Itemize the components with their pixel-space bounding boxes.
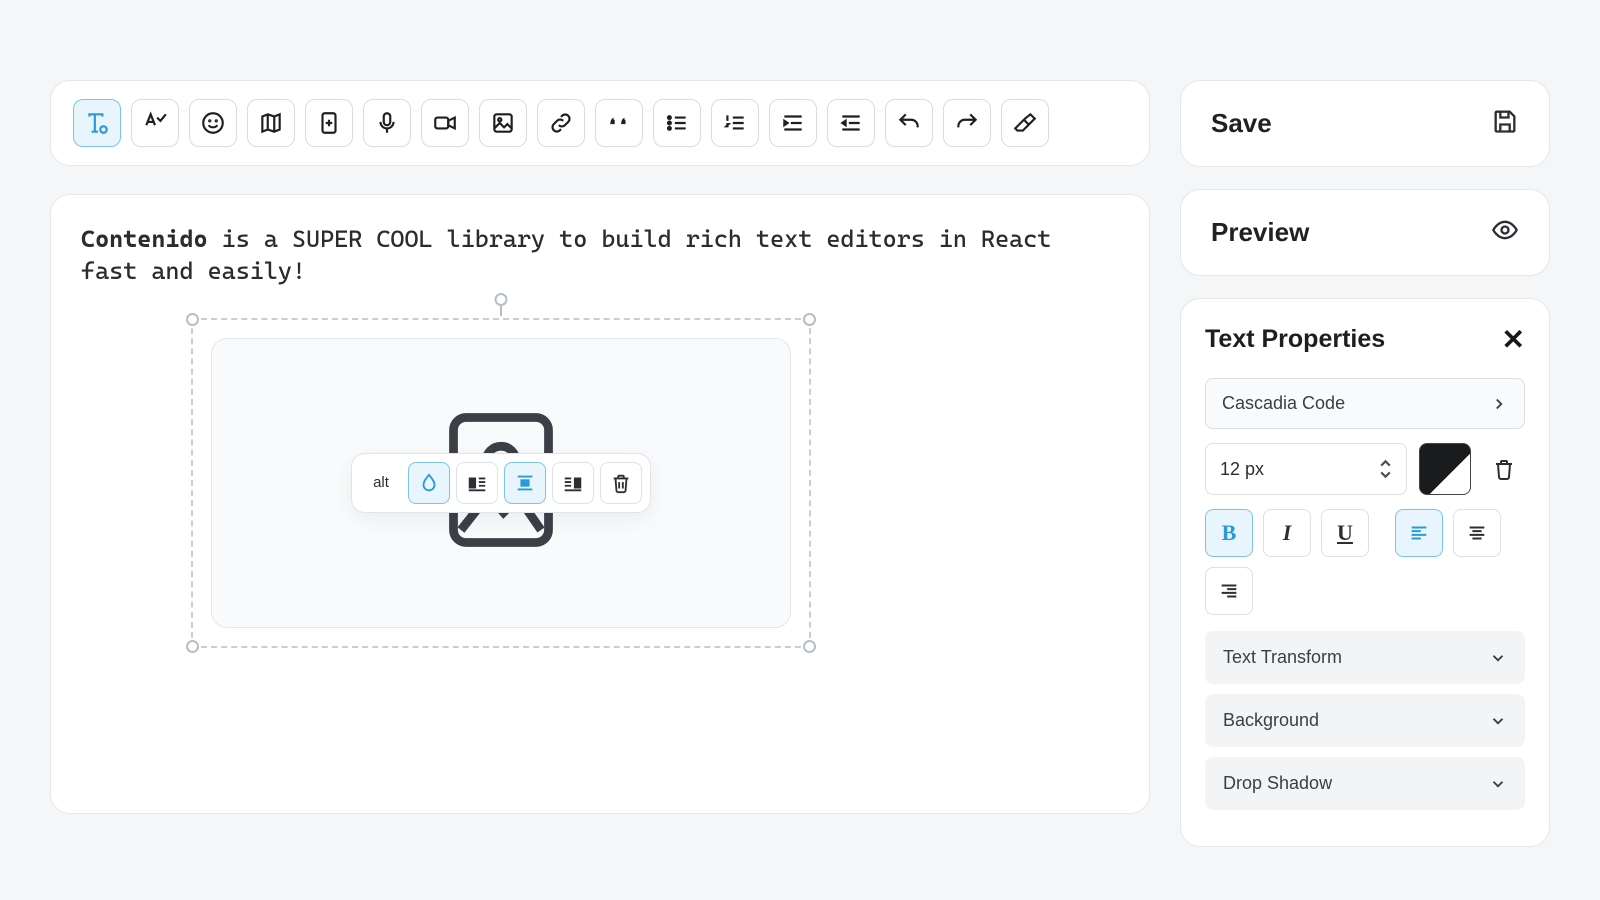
indent-decrease-button[interactable] [827, 99, 875, 147]
image-selection-box[interactable]: alt [191, 318, 811, 648]
link-button[interactable] [537, 99, 585, 147]
rotate-handle[interactable] [495, 293, 508, 306]
align-float-right-button[interactable] [552, 462, 594, 504]
align-float-left-button[interactable] [456, 462, 498, 504]
chevron-down-icon [1489, 775, 1507, 793]
file-button[interactable] [305, 99, 353, 147]
handle-top-left[interactable] [186, 313, 199, 326]
color-drop-button[interactable] [408, 462, 450, 504]
editor-strong-text: Contenido [81, 225, 208, 253]
font-size-input[interactable]: 12 px [1205, 443, 1407, 495]
font-family-value: Cascadia Code [1222, 393, 1345, 414]
text-properties-panel: Text Properties ✕ Cascadia Code 12 px [1180, 298, 1550, 847]
save-label: Save [1211, 108, 1272, 139]
drop-shadow-section[interactable]: Drop Shadow [1205, 757, 1525, 810]
font-size-stepper[interactable] [1379, 459, 1392, 479]
undo-button[interactable] [885, 99, 933, 147]
indent-increase-button[interactable] [769, 99, 817, 147]
background-label: Background [1223, 710, 1319, 731]
handle-bottom-right[interactable] [803, 640, 816, 653]
align-float-center-button[interactable] [504, 462, 546, 504]
video-button[interactable] [421, 99, 469, 147]
bullet-list-button[interactable] [653, 99, 701, 147]
save-icon [1491, 107, 1519, 140]
preview-label: Preview [1211, 217, 1309, 248]
editor-canvas[interactable]: Contenido is a SUPER COOL library to bui… [50, 194, 1150, 814]
underline-button[interactable]: U [1321, 509, 1369, 557]
panel-title: Text Properties [1205, 325, 1385, 354]
editor-rest-text: is a SUPER COOL library to build rich te… [81, 225, 1051, 285]
align-center-button[interactable] [1453, 509, 1501, 557]
quote-button[interactable] [595, 99, 643, 147]
map-button[interactable] [247, 99, 295, 147]
align-left-button[interactable] [1395, 509, 1443, 557]
editor-paragraph[interactable]: Contenido is a SUPER COOL library to bui… [81, 223, 1119, 288]
numbered-list-button[interactable] [711, 99, 759, 147]
delete-image-button[interactable] [600, 462, 642, 504]
alt-text-button[interactable]: alt [360, 462, 402, 504]
text-tool-button[interactable] [73, 99, 121, 147]
font-family-select[interactable]: Cascadia Code [1205, 378, 1525, 429]
handle-bottom-left[interactable] [186, 640, 199, 653]
chevron-up-icon [1379, 459, 1392, 468]
align-right-button[interactable] [1205, 567, 1253, 615]
close-panel-button[interactable]: ✕ [1502, 323, 1525, 356]
image-float-toolbar: alt [351, 453, 651, 513]
bold-button[interactable]: B [1205, 509, 1253, 557]
chevron-down-icon [1379, 470, 1392, 479]
handle-top-right[interactable] [803, 313, 816, 326]
font-size-value: 12 px [1220, 459, 1264, 480]
redo-button[interactable] [943, 99, 991, 147]
background-section[interactable]: Background [1205, 694, 1525, 747]
chevron-down-icon [1489, 712, 1507, 730]
eraser-button[interactable] [1001, 99, 1049, 147]
chevron-down-icon [1489, 649, 1507, 667]
main-toolbar [50, 80, 1150, 166]
eye-icon [1491, 216, 1519, 249]
image-button[interactable] [479, 99, 527, 147]
text-transform-label: Text Transform [1223, 647, 1342, 668]
mic-button[interactable] [363, 99, 411, 147]
text-color-swatch[interactable] [1419, 443, 1471, 495]
drop-shadow-label: Drop Shadow [1223, 773, 1332, 794]
text-transform-section[interactable]: Text Transform [1205, 631, 1525, 684]
image-placeholder-frame: alt [211, 338, 791, 628]
italic-button[interactable]: I [1263, 509, 1311, 557]
spellcheck-button[interactable] [131, 99, 179, 147]
preview-button[interactable]: Preview [1180, 189, 1550, 276]
save-button[interactable]: Save [1180, 80, 1550, 167]
clear-formatting-button[interactable] [1483, 443, 1525, 495]
emoji-button[interactable] [189, 99, 237, 147]
chevron-right-icon [1490, 395, 1508, 413]
